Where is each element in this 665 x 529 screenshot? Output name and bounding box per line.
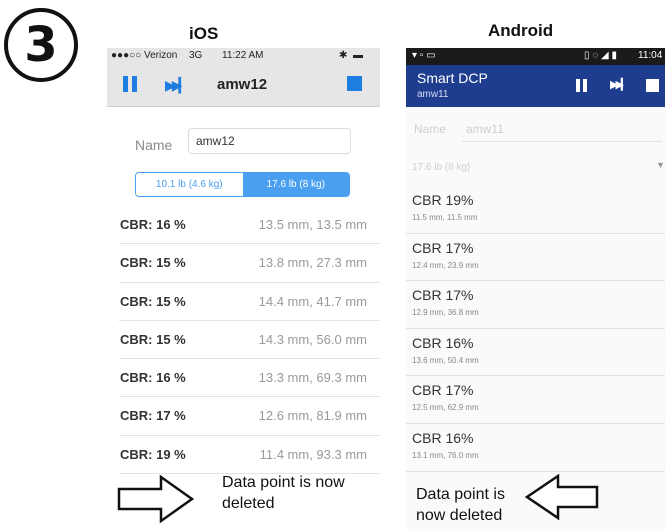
depth-value: 13.6 mm, 50.4 mm <box>412 355 479 365</box>
system-icons: ▯ ◌ ◢ ▮ <box>584 50 617 61</box>
list-item[interactable]: CBR 17% 12.5 mm, 62.9 mm <box>406 376 665 424</box>
clock-label: 11:22 AM <box>222 50 264 61</box>
name-input[interactable]: amw11 <box>466 122 504 136</box>
android-status-bar: ▾ ▫ ▭ ▯ ◌ ◢ ▮ 11:04 <box>406 48 665 65</box>
list-item[interactable]: CBR 17% 12.4 mm, 23.9 mm <box>406 234 665 282</box>
list-item[interactable]: CBR: 15 % 14.3 mm, 56.0 mm <box>119 321 380 360</box>
list-item[interactable]: CBR: 16 % 13.3 mm, 69.3 mm <box>119 359 380 398</box>
list-item[interactable]: CBR 16% 13.1 mm, 76.0 mm <box>406 424 665 472</box>
cbr-value: CBR 19% <box>412 192 474 208</box>
list-item[interactable]: CBR: 15 % 13.8 mm, 27.3 mm <box>119 244 380 283</box>
notification-icons: ▾ ▫ ▭ <box>412 50 436 61</box>
depth-value: 12.6 mm, 81.9 mm <box>258 408 367 424</box>
depth-value: 11.5 mm, 11.5 mm <box>412 213 478 222</box>
pause-icon[interactable] <box>576 79 588 92</box>
android-heading: Android <box>488 21 554 40</box>
skip-forward-icon[interactable]: ▶▶▎ <box>610 78 629 91</box>
right-arrow-icon <box>117 474 195 524</box>
name-label: Name <box>414 122 447 136</box>
depth-value: 13.5 mm, 13.5 mm <box>258 217 367 232</box>
bluetooth-icon: ✱ <box>339 50 348 61</box>
cbr-value: CBR 17% <box>412 239 474 256</box>
stop-icon[interactable] <box>347 76 362 91</box>
cbr-value: CBR: 16 % <box>120 370 186 386</box>
cbr-value: CBR: 15 % <box>120 331 186 347</box>
ios-screen: ●●●○○ Verizon 3G 11:22 AM ✱ ▬ ▶▶▎ amw12 … <box>107 48 380 529</box>
weight-option-heavy[interactable]: 17.6 lb (8 kg) <box>242 173 349 196</box>
app-subtitle: amw11 <box>417 89 449 100</box>
weight-segmented-control: 10.1 lb (4.6 kg) 17.6 lb (8 kg) <box>135 172 350 197</box>
skip-forward-icon[interactable]: ▶▶▎ <box>165 77 189 94</box>
cbr-value: CBR 17% <box>412 287 474 304</box>
step-number-badge: 3 <box>4 8 78 82</box>
ios-readings-list: CBR: 16 % 13.5 mm, 13.5 mm CBR: 15 % 13.8 … <box>107 206 380 475</box>
dropdown-caret-icon[interactable]: ▼ <box>656 160 665 170</box>
depth-value: 11.4 mm, 93.3 mm <box>259 446 367 462</box>
list-item[interactable]: CBR 17% 12.9 mm, 36.8 mm <box>406 281 665 329</box>
android-screen: ▾ ▫ ▭ ▯ ◌ ◢ ▮ 11:04 Smart DCP amw11 ▶▶▎ … <box>406 48 665 529</box>
battery-icon: ▬ <box>353 50 363 61</box>
name-input[interactable]: amw12 <box>188 128 351 154</box>
depth-value: 13.1 mm, 76.0 mm <box>412 450 479 460</box>
cbr-value: CBR: 16 % <box>120 217 186 232</box>
list-item[interactable]: CBR 19% 11.5 mm, 11.5 mm <box>406 186 665 234</box>
network-label: 3G <box>189 50 203 61</box>
list-item[interactable]: CBR 16% 13.6 mm, 50.4 mm <box>406 329 665 377</box>
cbr-value: CBR: 17 % <box>120 408 186 424</box>
cbr-value: CBR 16% <box>412 429 474 446</box>
android-delete-note: Data point is now deleted <box>416 486 505 524</box>
carrier-label: ●●●○○ Verizon <box>111 50 178 61</box>
depth-value: 13.8 mm, 27.3 mm <box>258 255 367 271</box>
weight-spinner[interactable]: 17.6 lb (8 kg) <box>412 162 470 173</box>
ios-delete-note: Data point is now deleted <box>222 474 345 512</box>
name-label: Name <box>135 137 173 153</box>
depth-value: 12.4 mm, 23.9 mm <box>412 260 479 270</box>
depth-value: 14.4 mm, 41.7 mm <box>258 293 367 309</box>
depth-value: 12.9 mm, 36.8 mm <box>412 308 479 318</box>
depth-value: 14.3 mm, 56.0 mm <box>258 331 367 347</box>
depth-value: 13.3 mm, 69.3 mm <box>258 370 367 386</box>
list-item[interactable]: CBR: 19 % 11.4 mm, 93.3 mm <box>119 436 380 475</box>
depth-value: 12.5 mm, 62.9 mm <box>412 403 479 413</box>
cbr-value: CBR: 15 % <box>120 293 186 309</box>
ios-toolbar-title: amw12 <box>217 76 268 93</box>
ios-heading: iOS <box>189 24 219 43</box>
android-readings-list: CBR 19% 11.5 mm, 11.5 mm CBR 17% 12.4 mm, … <box>406 186 665 472</box>
ios-status-bar: ●●●○○ Verizon 3G 11:22 AM ✱ ▬ <box>107 48 380 64</box>
cbr-value: CBR: 19 % <box>120 446 186 462</box>
pause-icon[interactable] <box>123 76 137 92</box>
list-item[interactable]: CBR: 15 % 14.4 mm, 41.7 mm <box>119 283 380 321</box>
stop-icon[interactable] <box>646 79 659 92</box>
clock-label: 11:04 <box>638 50 663 61</box>
step-number: 3 <box>24 17 58 73</box>
list-item[interactable]: CBR: 16 % 13.5 mm, 13.5 mm <box>119 206 380 245</box>
list-item[interactable]: CBR: 17 % 12.6 mm, 81.9 mm <box>119 397 380 436</box>
cbr-value: CBR 16% <box>412 334 474 351</box>
android-app-bar: Smart DCP amw11 ▶▶▎ <box>406 65 665 107</box>
name-input-underline <box>462 141 662 142</box>
ios-toolbar: ▶▶▎ amw12 <box>107 64 380 107</box>
cbr-value: CBR: 15 % <box>120 255 186 271</box>
app-title: Smart DCP <box>417 70 488 86</box>
cbr-value: CBR 17% <box>412 382 474 399</box>
weight-option-light[interactable]: 10.1 lb (4.6 kg) <box>136 173 243 196</box>
